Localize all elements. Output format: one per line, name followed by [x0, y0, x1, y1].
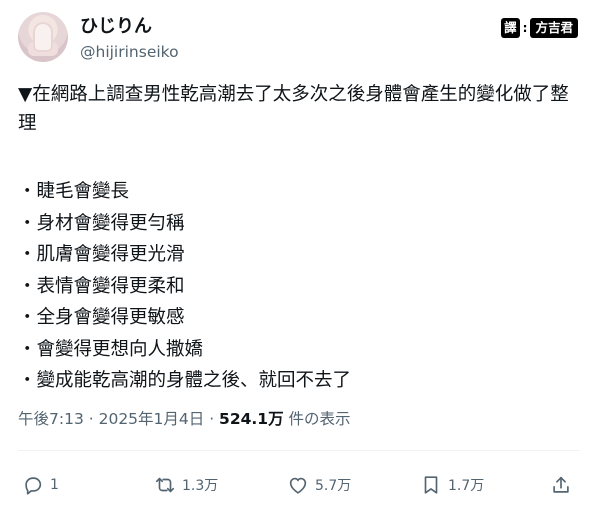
share-button[interactable]	[550, 470, 572, 500]
list-item: ・睫毛會變長	[18, 181, 130, 202]
meta-separator: ·	[204, 410, 220, 428]
list-item: ・全身會變得更敏感	[18, 307, 185, 328]
like-button[interactable]: 5.7万	[287, 470, 351, 500]
like-count: 5.7万	[315, 478, 352, 494]
reply-count: 1	[50, 477, 59, 493]
list-item: ・肌膚會變得更光滑	[18, 244, 185, 265]
post-time[interactable]: 午後7:13	[18, 410, 84, 428]
retweet-button[interactable]: 1.3万	[154, 470, 218, 500]
bookmark-button[interactable]: 1.7万	[420, 470, 484, 500]
list-item: ・表情會變得更柔和	[18, 275, 185, 297]
meta-separator: ·	[83, 410, 99, 428]
divider	[18, 450, 580, 451]
author-handle[interactable]: @hijirinseiko	[80, 42, 179, 62]
reply-button[interactable]: 1	[22, 470, 59, 500]
reply-icon	[25, 477, 42, 495]
list-item: ・身材會變得更勻稱	[18, 212, 185, 234]
views-label: 件の表示	[283, 410, 351, 428]
share-icon	[553, 476, 569, 493]
translator-badge: 譯 : 方吉君	[501, 18, 578, 38]
post-header: ひじりん @hijirinseiko 譯 : 方吉君	[18, 12, 578, 68]
translator-name: 方吉君	[530, 18, 578, 38]
bookmark-count: 1.7万	[448, 478, 485, 494]
list-item: ・會變得更想向人撒嬌	[18, 338, 204, 360]
action-bar: 1 1.3万 5.7万 1.7万	[22, 470, 578, 500]
retweet-count: 1.3万	[182, 478, 219, 494]
post-title: ▼在網路上調查男性乾高潮去了太多次之後身體會產生的變化做了整理	[18, 84, 569, 134]
like-icon	[289, 477, 307, 494]
author-name[interactable]: ひじりん	[80, 16, 152, 38]
translator-mark: 譯	[501, 18, 520, 38]
retweet-icon	[155, 477, 175, 493]
translator-colon: :	[522, 21, 528, 35]
post-body: ▼在網路上調查男性乾高潮去了太多次之後身體會產生的變化做了整理	[18, 80, 578, 138]
post-meta: 午後7:13 · 2025年1月4日 · 524.1万 件の表示	[18, 407, 351, 429]
post-date[interactable]: 2025年1月4日	[99, 410, 205, 428]
views-count: 524.1万	[219, 410, 284, 428]
list-item: ・變成能乾高潮的身體之後、就回不去了	[18, 370, 352, 391]
post-list: ・睫毛會變長 ・身材會變得更勻稱 ・肌膚會變得更光滑 ・表情會變得更柔和 ・全身…	[18, 176, 351, 397]
bookmark-icon	[424, 476, 438, 494]
avatar[interactable]	[18, 12, 68, 62]
